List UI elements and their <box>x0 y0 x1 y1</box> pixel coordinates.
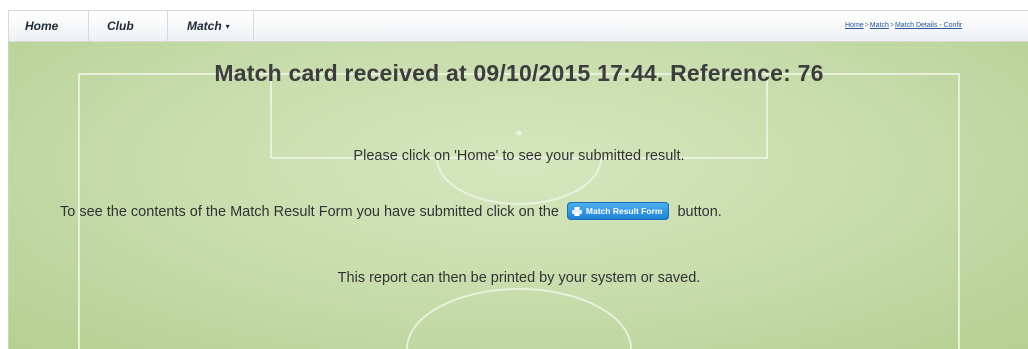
nav-match-label: Match <box>187 19 222 33</box>
form-instruction-suffix: button. <box>677 204 722 220</box>
breadcrumb: Home>Match>Match Details - Confir <box>845 22 962 29</box>
nav-home-label: Home <box>25 19 59 33</box>
form-instruction-text: To see the contents of the Match Result … <box>60 204 559 220</box>
top-nav-bar: Home Club Match ▾ Home>Match>Match Detail… <box>8 10 1028 42</box>
breadcrumb-match-details-link[interactable]: Match Details - Confir <box>895 22 962 29</box>
breadcrumb-separator: > <box>889 22 894 29</box>
nav-match-dropdown[interactable]: Match ▾ <box>168 11 254 42</box>
breadcrumb-home-link[interactable]: Home <box>845 22 864 29</box>
print-instruction-text: This report can then be printed by your … <box>337 270 701 286</box>
match-result-form-button-label: Match Result Form <box>585 206 663 217</box>
form-instruction-line: To see the contents of the Match Result … <box>60 202 722 221</box>
printer-icon <box>571 207 582 217</box>
pitch-background-panel: Match card received at 09/10/2015 17:44.… <box>8 42 1028 349</box>
nav-club[interactable]: Club <box>89 11 168 42</box>
breadcrumb-match-link[interactable]: Match <box>870 22 889 29</box>
page-title: Match card received at 09/10/2015 17:44.… <box>214 60 824 86</box>
home-instruction-text: Please click on 'Home' to see your submi… <box>353 148 685 164</box>
pitch-markings <box>78 73 960 349</box>
nav-home[interactable]: Home <box>9 11 89 42</box>
match-result-form-button[interactable]: Match Result Form <box>566 202 670 221</box>
nav-club-label: Club <box>107 19 134 33</box>
chevron-down-icon: ▾ <box>225 22 230 31</box>
breadcrumb-separator: > <box>864 22 869 29</box>
